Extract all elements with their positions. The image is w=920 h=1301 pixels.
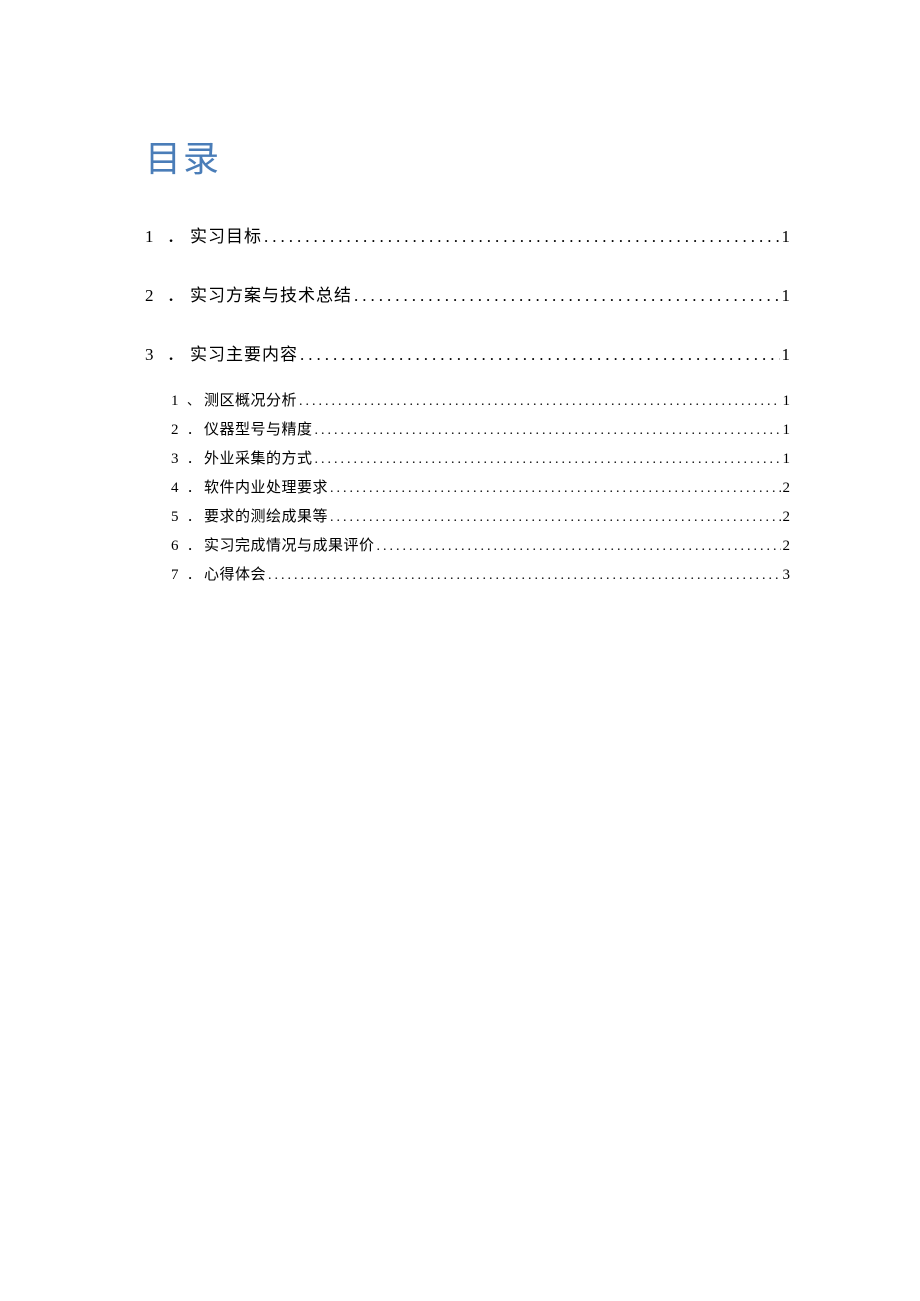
toc-item-dots: ........................................…: [330, 510, 780, 526]
toc-item-number: 3: [145, 345, 163, 365]
toc-item-separator: ．: [187, 448, 200, 467]
toc-item-title: 实习完成情况与成果评价: [204, 534, 375, 555]
toc-item-title: 实习主要内容: [190, 340, 298, 365]
toc-item-page: 1: [783, 393, 791, 410]
toc-item-title: 实习方案与技术总结: [190, 281, 352, 306]
toc-item-title: 仪器型号与精度: [204, 418, 313, 439]
toc-item-page: 2: [783, 538, 791, 555]
toc-item-separator: ．: [187, 477, 200, 496]
toc-item-number: 2: [171, 422, 185, 439]
toc-item-separator: ．: [167, 340, 184, 365]
toc-item-title: 实习目标: [190, 222, 262, 247]
toc-item-level2: 7 ． 心得体会 ...............................…: [171, 563, 790, 584]
toc-item-dots: ........................................…: [315, 423, 781, 439]
toc-item-level2: 3 ． 外业采集的方式 ............................…: [171, 447, 790, 468]
toc-item-level2: 2 ． 仪器型号与精度 ............................…: [171, 418, 790, 439]
toc-item-number: 1: [171, 393, 185, 410]
toc-item-page: 1: [782, 345, 791, 365]
toc-item-dots: ........................................…: [315, 452, 781, 468]
toc-item-title: 心得体会: [204, 563, 266, 584]
toc-item-title: 要求的测绘成果等: [204, 505, 328, 526]
toc-item-separator: ．: [187, 535, 200, 554]
toc-item-level2: 5 ． 要求的测绘成果等 ...........................…: [171, 505, 790, 526]
toc-item-title: 测区概况分析: [204, 389, 297, 410]
toc-item-page: 2: [783, 480, 791, 497]
toc-item-level2: 4 ． 软件内业处理要求 ...........................…: [171, 476, 790, 497]
toc-item-separator: ．: [167, 281, 184, 306]
toc-item-separator: ．: [187, 419, 200, 438]
toc-item-title: 外业采集的方式: [204, 447, 313, 468]
toc-item-page: 1: [783, 451, 791, 468]
toc-item-separator: ．: [187, 506, 200, 525]
toc-item-page: 2: [783, 509, 791, 526]
toc-item-dots: ........................................…: [354, 286, 780, 306]
toc-item-dots: ........................................…: [268, 568, 780, 584]
toc-item-dots: ........................................…: [377, 539, 781, 555]
toc-item-level2: 6 ． 实习完成情况与成果评价 ........................…: [171, 534, 790, 555]
toc-item-page: 1: [782, 286, 791, 306]
toc-item-number: 1: [145, 227, 163, 247]
toc-item-page: 3: [783, 567, 791, 584]
toc-item-dots: ........................................…: [330, 481, 780, 497]
toc-item-level2: 1 、 测区概况分析 .............................…: [171, 389, 790, 410]
toc-item-dots: ........................................…: [264, 227, 780, 247]
toc-item-level1: 3 ． 实习主要内容 .............................…: [145, 340, 790, 365]
toc-item-separator: ．: [187, 564, 200, 583]
toc-item-page: 1: [782, 227, 791, 247]
toc-item-separator: 、: [187, 390, 200, 409]
toc-item-dots: ........................................…: [300, 345, 780, 365]
toc-heading: 目录: [145, 130, 790, 182]
toc-item-title: 软件内业处理要求: [204, 476, 328, 497]
toc-level2-container: 1 、 测区概况分析 .............................…: [171, 389, 790, 584]
toc-item-dots: ........................................…: [299, 394, 780, 410]
toc-item-number: 4: [171, 480, 185, 497]
toc-item-number: 2: [145, 286, 163, 306]
toc-item-separator: ．: [167, 222, 184, 247]
toc-item-number: 7: [171, 567, 185, 584]
toc-item-level1: 1 ． 实习目标 ...............................…: [145, 222, 790, 247]
toc-item-level1: 2 ． 实习方案与技术总结 ..........................…: [145, 281, 790, 306]
toc-item-number: 5: [171, 509, 185, 526]
toc-item-page: 1: [783, 422, 791, 439]
toc-item-number: 6: [171, 538, 185, 555]
toc-item-number: 3: [171, 451, 185, 468]
